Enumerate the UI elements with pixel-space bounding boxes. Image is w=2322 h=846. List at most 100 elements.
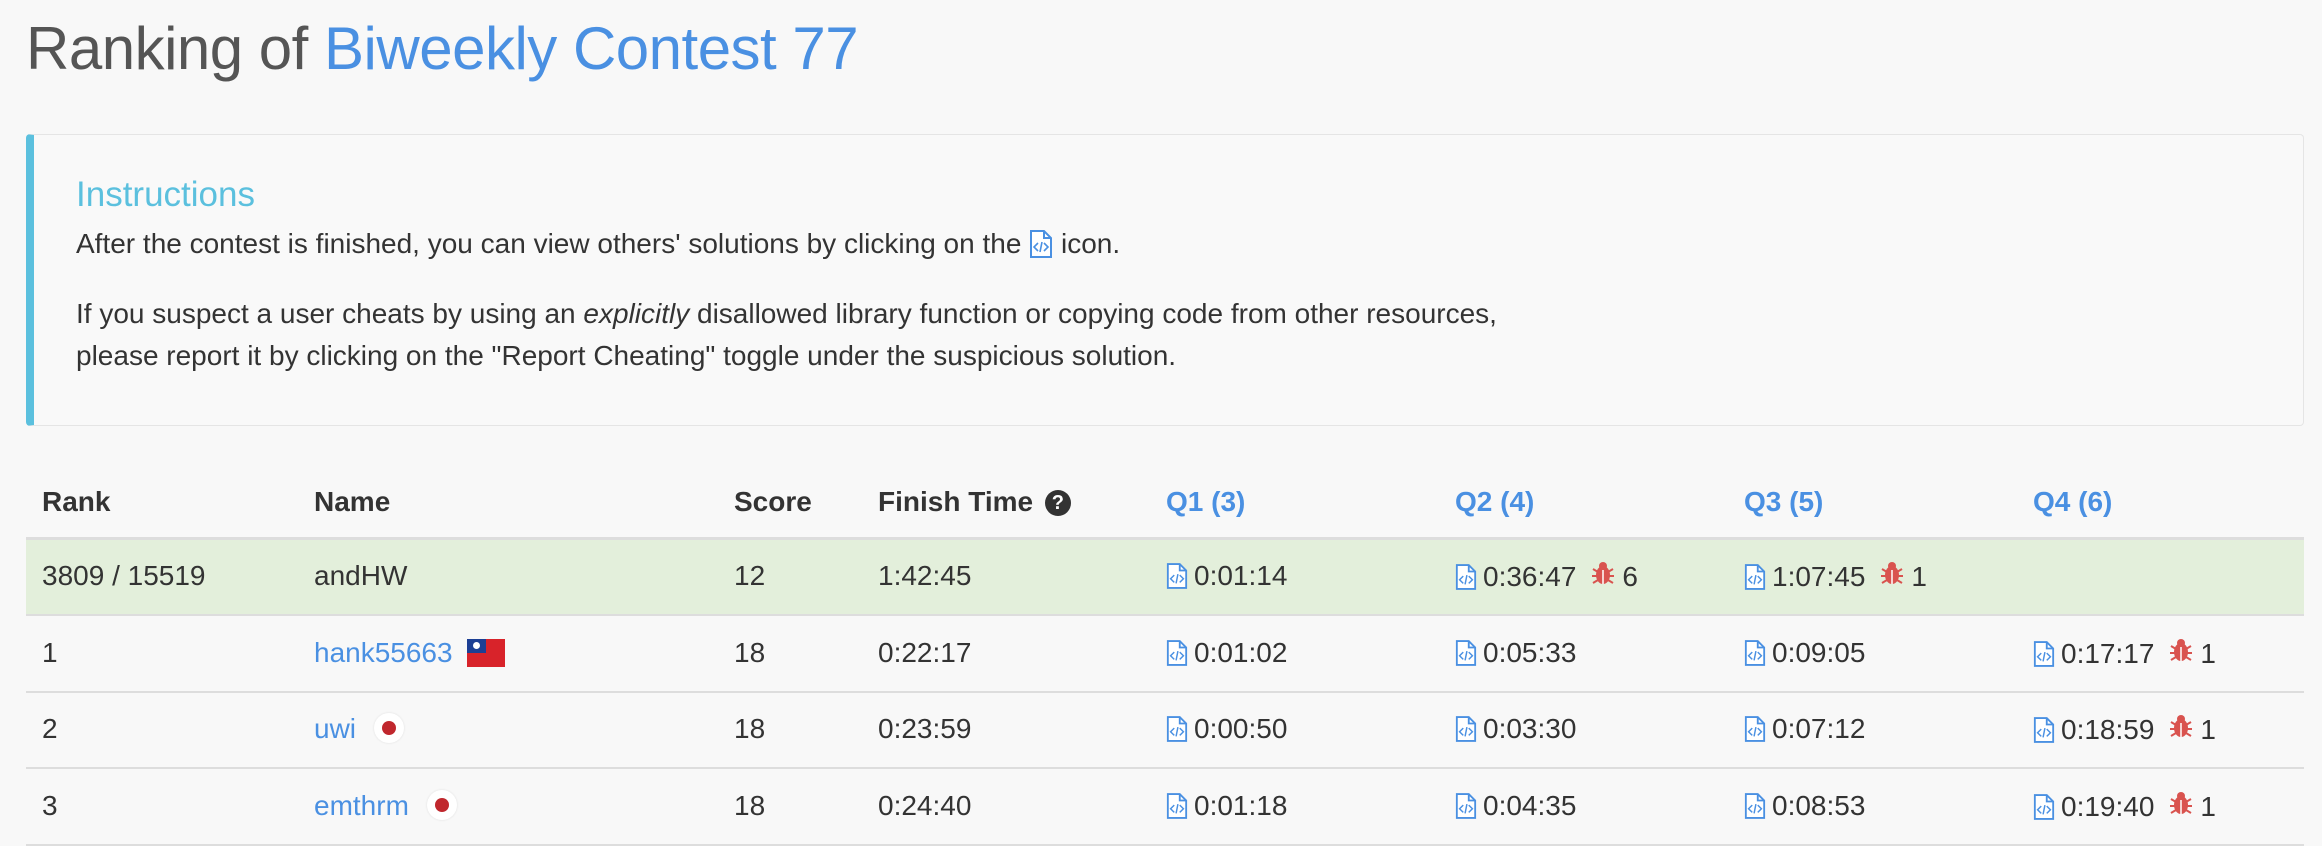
header-name: Name xyxy=(314,486,391,517)
q1-cell: 0:01:14 xyxy=(1166,560,1287,592)
name-cell: hank55663 xyxy=(314,637,505,669)
q1-cell: 0:00:50 xyxy=(1166,713,1287,745)
header-score: Score xyxy=(734,486,812,517)
q4-cell: 0:17:17 1 xyxy=(2033,637,2216,670)
code-file-icon[interactable] xyxy=(1455,716,1477,742)
header-rank: Rank xyxy=(42,486,111,517)
instructions-line-2-start: If you suspect a user cheats by using an xyxy=(76,298,576,329)
solve-time: 0:19:40 xyxy=(2061,790,2155,822)
user-name[interactable]: hank55663 xyxy=(314,637,453,668)
wrong-attempts: 1 xyxy=(1911,560,1927,592)
solve-time: 0:07:12 xyxy=(1772,713,1866,744)
score-cell: 18 xyxy=(734,790,766,821)
solve-time: 0:05:33 xyxy=(1483,637,1577,668)
header-q2[interactable]: Q2 (4) xyxy=(1455,486,1534,518)
user-name: andHW xyxy=(314,560,408,591)
code-file-icon[interactable] xyxy=(1166,640,1188,666)
solve-time: 0:01:02 xyxy=(1194,637,1288,668)
score-cell: 12 xyxy=(734,560,766,591)
q3-cell: 0:07:12 xyxy=(1744,713,1865,745)
wrong-attempts: 1 xyxy=(2200,713,2216,745)
japan-flag-icon xyxy=(374,713,405,743)
solve-time: 0:36:47 xyxy=(1483,560,1577,592)
instructions-title: Instructions xyxy=(76,175,255,214)
code-file-icon[interactable] xyxy=(1744,716,1766,742)
solve-time: 0:09:05 xyxy=(1772,637,1866,668)
user-name[interactable]: uwi xyxy=(314,713,356,744)
instructions-line-1-end: icon. xyxy=(1060,228,1121,259)
code-file-icon[interactable] xyxy=(1744,563,1766,590)
q4-cell: 0:19:40 1 xyxy=(2033,790,2216,823)
code-file-icon[interactable] xyxy=(1166,563,1188,589)
instructions-line-2-end: disallowed library function or copying c… xyxy=(697,298,1497,329)
instructions-line-2: If you suspect a user cheats by using an… xyxy=(76,293,1497,377)
code-file-icon[interactable] xyxy=(2033,640,2055,667)
name-cell: emthrm xyxy=(314,790,457,822)
bug-icon xyxy=(2168,790,2194,823)
solve-time: 0:04:35 xyxy=(1483,790,1577,821)
q1-cell: 0:01:18 xyxy=(1166,790,1287,822)
q3-cell: 0:08:53 xyxy=(1744,790,1865,822)
q3-cell: 0:09:05 xyxy=(1744,637,1865,669)
header-q3[interactable]: Q3 (5) xyxy=(1744,486,1823,518)
name-cell: uwi xyxy=(314,713,405,745)
instructions-line-1-text: After the contest is finished, you can v… xyxy=(76,228,1022,259)
code-file-icon[interactable] xyxy=(2033,793,2055,820)
q4-cell: 0:18:59 1 xyxy=(2033,713,2216,746)
code-file-icon[interactable] xyxy=(1455,640,1477,666)
taiwan-flag-icon xyxy=(466,639,505,667)
table-row: 1 hank55663 18 0:22:17 0:01:02 0:05:33 0:09:05… xyxy=(26,617,2304,693)
score-cell: 18 xyxy=(734,637,766,668)
code-file-icon[interactable] xyxy=(1455,793,1477,819)
score-cell: 18 xyxy=(734,713,766,744)
instructions-line-3: please report it by clicking on the "Rep… xyxy=(76,340,1177,371)
code-file-icon[interactable] xyxy=(1744,640,1766,666)
q3-cell: 1:07:45 1 xyxy=(1744,560,1927,593)
table-row: 3 emthrm 18 0:24:40 0:01:18 0:04:35 0:08:53 0:1… xyxy=(26,770,2304,846)
solve-time: 0:03:30 xyxy=(1483,713,1577,744)
solve-time: 1:07:45 xyxy=(1772,560,1866,592)
solve-time: 0:00:50 xyxy=(1194,713,1288,744)
contest-link[interactable]: Biweekly Contest 77 xyxy=(324,15,859,82)
page-title: Ranking of Biweekly Contest 77 xyxy=(26,14,859,83)
instructions-emphasis: explicitly xyxy=(583,298,690,329)
solve-time: 0:01:14 xyxy=(1194,560,1288,591)
header-q1[interactable]: Q1 (3) xyxy=(1166,486,1245,518)
wrong-attempts: 1 xyxy=(2200,637,2216,669)
solve-time: 0:17:17 xyxy=(2061,637,2155,669)
code-file-icon[interactable] xyxy=(1744,793,1766,819)
ranking-page: Ranking of Biweekly Contest 77 Instructi… xyxy=(0,0,2322,846)
code-file-icon[interactable] xyxy=(1455,563,1477,590)
instructions-line-1: After the contest is finished, you can v… xyxy=(76,223,1120,265)
rank-cell: 1 xyxy=(42,637,58,668)
code-file-icon[interactable] xyxy=(1166,793,1188,819)
name-cell: andHW xyxy=(314,560,407,592)
rank-cell: 3 xyxy=(42,790,58,821)
solve-time: 0:08:53 xyxy=(1772,790,1866,821)
user-name[interactable]: emthrm xyxy=(314,790,409,821)
solve-time: 0:18:59 xyxy=(2061,713,2155,745)
q2-cell: 0:36:47 6 xyxy=(1455,560,1638,593)
table-row: 2 uwi 18 0:23:59 0:00:50 0:03:30 0:07:12 0:18:5… xyxy=(26,693,2304,769)
header-q4[interactable]: Q4 (6) xyxy=(2033,486,2112,518)
header-finish-time: Finish Time ? xyxy=(878,486,1071,518)
finish-time-cell: 1:42:45 xyxy=(878,560,972,591)
my-rank-row: 3809 / 15519 andHW 12 1:42:45 0:01:14 0:36:47… xyxy=(26,540,2304,616)
finish-time-cell: 0:24:40 xyxy=(878,790,972,821)
q2-cell: 0:04:35 xyxy=(1455,790,1576,822)
wrong-attempts: 1 xyxy=(2200,790,2216,822)
rank-cell: 2 xyxy=(42,713,58,744)
code-file-icon[interactable] xyxy=(2033,716,2055,743)
q2-cell: 0:05:33 xyxy=(1455,637,1576,669)
finish-time-cell: 0:22:17 xyxy=(878,637,972,668)
code-file-icon xyxy=(1029,230,1053,258)
solve-time: 0:01:18 xyxy=(1194,790,1288,821)
code-file-icon[interactable] xyxy=(1166,716,1188,742)
instructions-panel: Instructions After the contest is finish… xyxy=(26,134,2304,426)
question-circle-icon[interactable]: ? xyxy=(1044,490,1071,516)
japan-flag-icon xyxy=(426,790,457,820)
title-prefix: Ranking of xyxy=(26,15,308,82)
finish-time-cell: 0:23:59 xyxy=(878,713,972,744)
bug-icon xyxy=(1879,560,1905,593)
ranking-table-header: Rank Name Score Finish Time ? Q1 (3) Q2 … xyxy=(26,472,2304,540)
